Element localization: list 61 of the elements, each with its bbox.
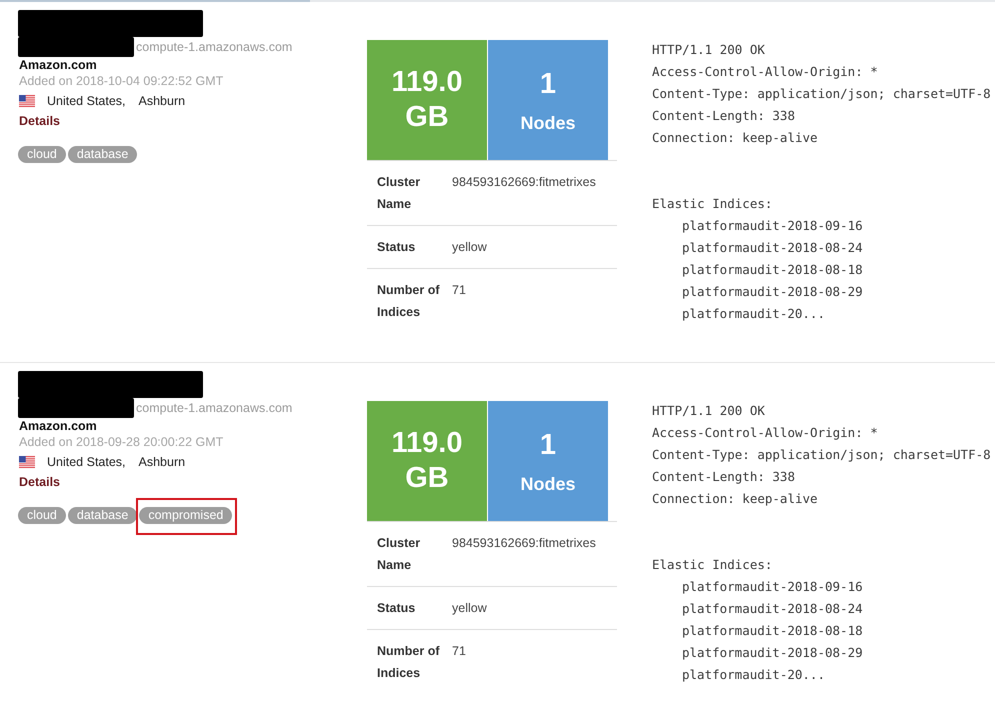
header-line: Content-Length: 338 <box>652 468 796 486</box>
property-label: Number of Indices <box>376 643 440 682</box>
organization-name: Amazon.com <box>18 418 98 434</box>
property-value: 71 <box>452 643 467 660</box>
stat-unit: Nodes <box>520 472 576 494</box>
added-date: Added on 2018-09-28 20:00:22 GMT <box>18 434 224 450</box>
index-name: platformaudit-20... <box>681 305 826 323</box>
property-value: yellow <box>452 239 488 256</box>
index-name: platformaudit-2018-09-16 <box>681 217 864 235</box>
details-link[interactable]: Details <box>18 472 60 492</box>
country-name: United States, <box>47 94 126 108</box>
city-name: Ashburn <box>138 455 186 469</box>
property-label: Cluster Name <box>376 174 422 213</box>
header-line: Connection: keep-alive <box>652 129 819 147</box>
header-line: Content-Length: 338 <box>652 107 796 125</box>
index-name: platformaudit-2018-08-24 <box>681 239 864 257</box>
header-line: Connection: keep-alive <box>652 490 819 508</box>
index-name: platformaudit-2018-09-16 <box>681 578 864 596</box>
stat-value: 119.0 <box>392 65 462 100</box>
property-label: Status <box>376 239 416 256</box>
property-label: Number of Indices <box>376 282 440 321</box>
tag[interactable]: cloud <box>18 146 66 163</box>
tag[interactable]: database <box>68 146 138 163</box>
index-name: platformaudit-20... <box>681 666 826 684</box>
index-name: platformaudit-2018-08-29 <box>681 283 864 301</box>
flag-icon <box>19 456 35 468</box>
property-label: Status <box>376 600 416 617</box>
details-link[interactable]: Details <box>18 111 60 131</box>
header-line: HTTP/1.1 200 OK <box>652 41 766 59</box>
index-name: platformaudit-2018-08-18 <box>681 261 864 279</box>
stat-unit: GB <box>405 100 449 135</box>
property-value: yellow <box>452 600 488 617</box>
header-line: HTTP/1.1 200 OK <box>652 402 766 420</box>
organization-name: Amazon.com <box>18 57 98 73</box>
tag[interactable]: database <box>68 507 138 524</box>
index-name: platformaudit-2018-08-18 <box>681 622 864 640</box>
property-value: 984593162669:fitmetrixes <box>452 174 597 191</box>
header-line: Access-Control-Allow-Origin: * <box>652 424 879 442</box>
flag-icon <box>19 95 35 107</box>
header-line: Content-Type: application/json; charset=UTF-8 <box>652 446 992 464</box>
city-name: Ashburn <box>138 94 186 108</box>
tag[interactable]: cloud <box>18 507 66 524</box>
indices-heading: Elastic Indices: <box>652 556 774 574</box>
hostname-text: compute-1.amazonaws.com <box>136 400 292 416</box>
indices-heading: Elastic Indices: <box>652 195 774 213</box>
index-name: platformaudit-2018-08-29 <box>681 644 864 662</box>
property-label: Cluster Name <box>376 535 422 574</box>
country-name: United States, <box>47 455 126 469</box>
header-line: Access-Control-Allow-Origin: * <box>652 63 879 81</box>
stat-value: 119.0 <box>392 426 462 461</box>
stat-unit: GB <box>405 461 449 496</box>
index-name: platformaudit-2018-08-24 <box>681 600 864 618</box>
hostname-text: compute-1.amazonaws.com <box>136 39 292 55</box>
property-value: 71 <box>452 282 467 299</box>
added-date: Added on 2018-10-04 09:22:52 GMT <box>18 73 224 89</box>
tag[interactable]: compromised <box>139 507 232 524</box>
stat-value: 1 <box>540 66 556 102</box>
header-line: Content-Type: application/json; charset=UTF-8 <box>652 85 992 103</box>
stat-unit: Nodes <box>520 112 576 134</box>
stat-value: 1 <box>540 428 556 462</box>
property-value: 984593162669:fitmetrixes <box>452 535 597 552</box>
